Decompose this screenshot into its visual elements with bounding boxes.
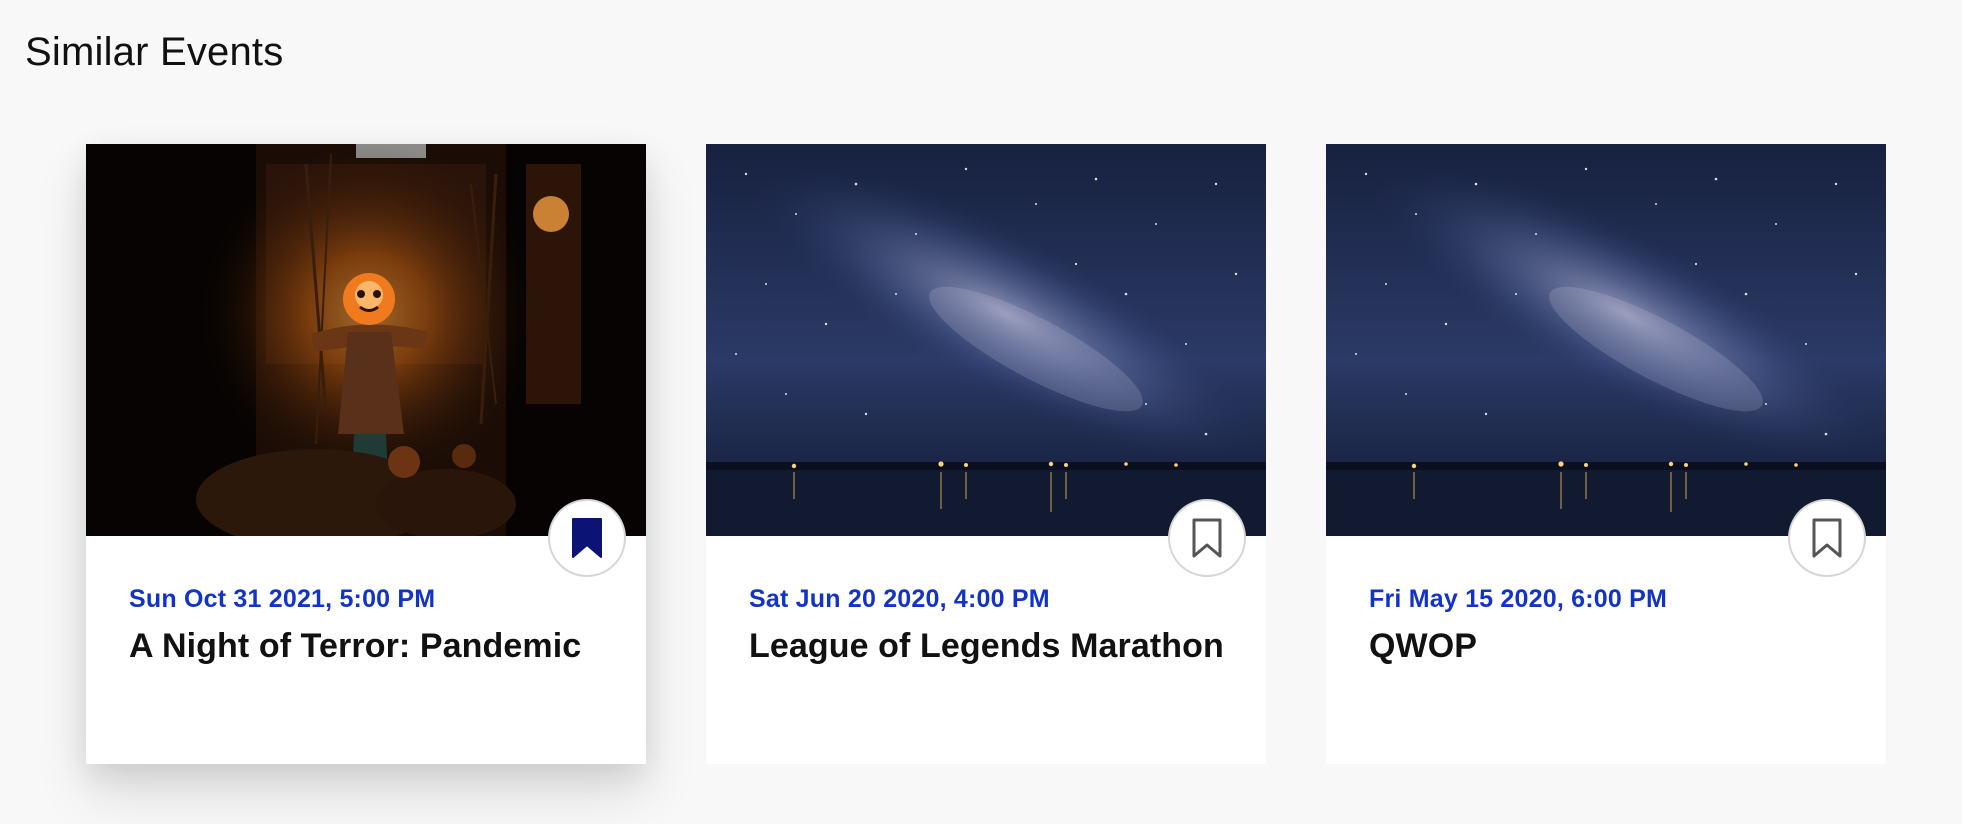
similar-events-list: Sun Oct 31 2021, 5:00 PM A Night of Terr… xyxy=(86,144,1886,764)
event-image-night-sky[interactable] xyxy=(1326,144,1886,536)
bookmark-button[interactable] xyxy=(1168,499,1246,577)
event-card[interactable]: Fri May 15 2020, 6:00 PM QWOP xyxy=(1326,144,1886,764)
event-image-night-sky[interactable] xyxy=(706,144,1266,536)
bookmark-outline-icon xyxy=(1192,518,1222,558)
bookmark-filled-icon xyxy=(572,518,602,558)
bookmark-button[interactable] xyxy=(548,499,626,577)
bookmark-outline-icon xyxy=(1812,518,1842,558)
page-title: Similar Events xyxy=(25,30,284,74)
bookmark-button[interactable] xyxy=(1788,499,1866,577)
event-card[interactable]: Sat Jun 20 2020, 4:00 PM League of Legen… xyxy=(706,144,1266,764)
event-card[interactable]: Sun Oct 31 2021, 5:00 PM A Night of Terr… xyxy=(86,144,646,764)
event-title[interactable]: League of Legends Marathon xyxy=(749,624,1249,668)
event-date: Fri May 15 2020, 6:00 PM xyxy=(1369,585,1668,613)
event-title[interactable]: QWOP xyxy=(1369,624,1869,668)
event-title[interactable]: A Night of Terror: Pandemic xyxy=(129,624,629,668)
event-date: Sun Oct 31 2021, 5:00 PM xyxy=(129,585,436,613)
event-image-halloween[interactable] xyxy=(86,144,646,536)
event-date: Sat Jun 20 2020, 4:00 PM xyxy=(749,585,1050,613)
